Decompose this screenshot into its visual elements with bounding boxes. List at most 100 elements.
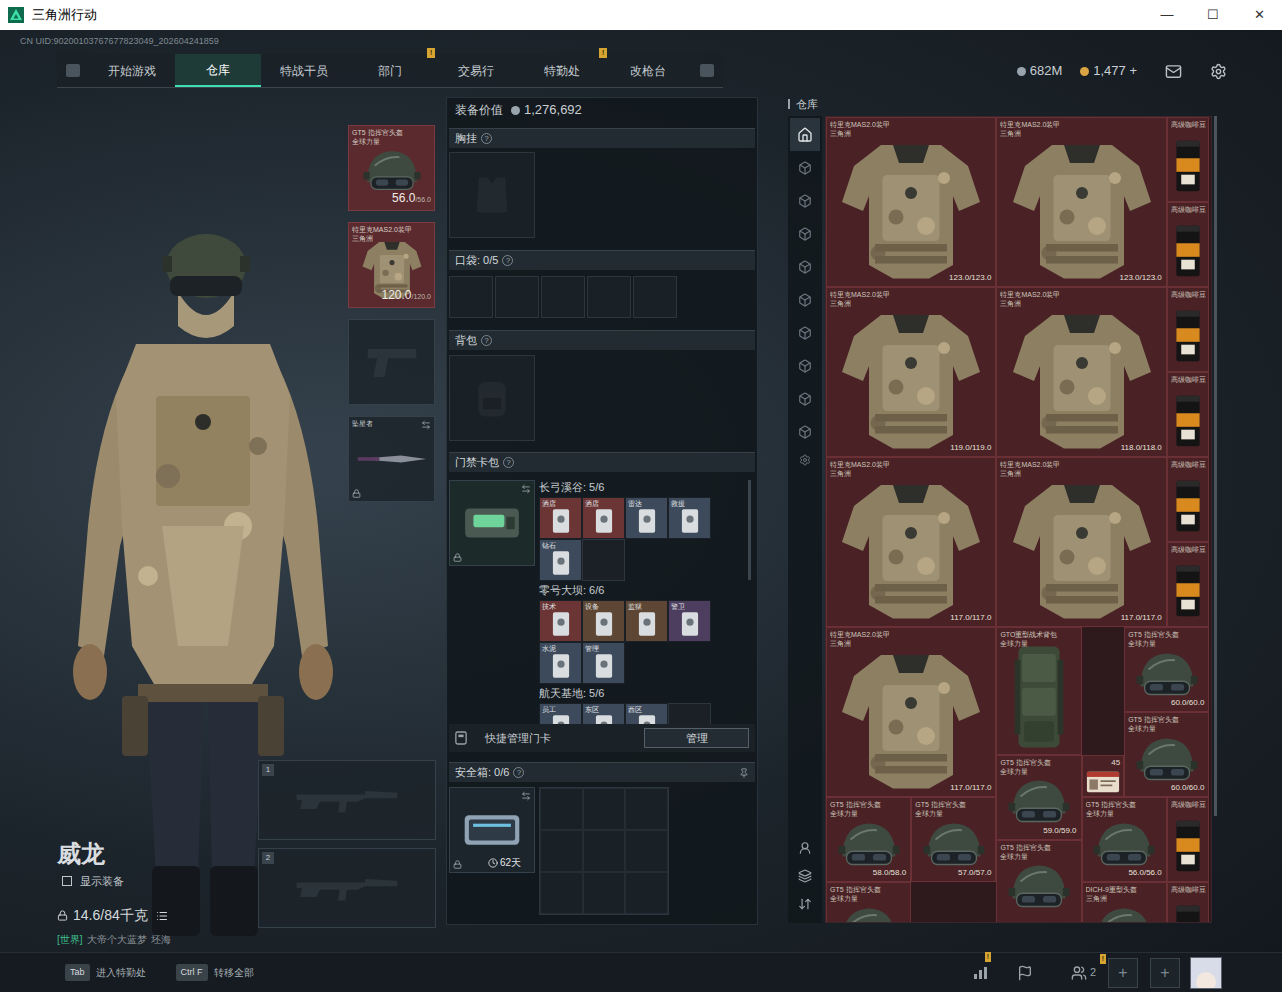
help-icon[interactable]: ? [513,767,524,778]
safe-box-cell[interactable] [540,830,583,872]
warehouse-item[interactable]: 特里克MAS2.0装甲三角洲123.0/123.0 [826,117,996,287]
chat-line[interactable]: [世界]大帝个大蓝梦坯海 [57,932,258,947]
keycard[interactable]: 西区 [625,703,668,724]
warehouse-item[interactable]: GT5 指挥官头盔全球力量 [826,882,911,923]
helmet-slot[interactable]: GT5 指挥官头盔全球力量56.0/56.0 [348,125,435,211]
keycard[interactable]: 设备 [582,600,625,642]
pistol-slot[interactable] [348,319,435,405]
warehouse-item[interactable]: GT5 指挥官头盔全球力量56.0/56.0 [1082,797,1167,882]
keycard[interactable]: 监狱 [625,600,668,642]
checkbox[interactable] [62,876,72,886]
flag-icon[interactable] [1017,965,1033,981]
warehouse-item[interactable]: GT5 指挥官头盔全球力量 [996,840,1081,924]
warehouse-tab[interactable] [790,184,820,217]
add-slot[interactable]: + [1108,958,1138,988]
prev-tab-key-icon[interactable] [66,64,80,77]
safe-box-cell[interactable] [625,872,668,914]
keycard[interactable]: 员工 [539,703,582,724]
warehouse-item[interactable]: GT5 指挥官头盔全球力量60.0/60.0 [1124,712,1209,797]
help-icon[interactable]: ? [481,335,492,346]
warehouse-item[interactable]: GT5 指挥官头盔全球力量60.0/60.0 [1124,627,1209,712]
warehouse-item[interactable]: 特里克MAS2.0装甲三角洲117.0/117.0 [996,457,1166,627]
gear-icon[interactable] [1210,63,1227,80]
warehouse-item[interactable]: 特里克MAS2.0装甲三角洲118.0/118.0 [996,287,1166,457]
weapon-slot[interactable]: 2 [258,848,436,928]
keycard[interactable]: 管理 [582,642,625,684]
warehouse-item[interactable]: GT5 指挥官头盔全球力量59.0/59.0 [996,755,1081,840]
warehouse-item[interactable]: 高级咖啡豆 [1167,117,1210,202]
pocket-slot[interactable] [587,276,631,318]
warehouse-item[interactable]: 45 [1082,755,1125,798]
warehouse-item[interactable]: 高级咖啡豆 [1167,457,1210,542]
keycard[interactable]: 水泥 [539,642,582,684]
person-icon[interactable] [798,841,812,855]
warehouse-item[interactable]: 高级咖啡豆 [1167,797,1210,882]
safe-box-cell[interactable] [583,788,626,830]
scrollbar[interactable] [1214,116,1217,816]
mail-icon[interactable] [1165,63,1182,80]
keycard[interactable]: 雷达 [625,497,668,539]
scrollbar[interactable] [748,480,751,580]
keycard-slot[interactable] [668,703,711,724]
help-icon[interactable]: ? [481,133,492,144]
keycard-bag-slot[interactable] [449,480,535,566]
add-slot[interactable]: + [1150,958,1180,988]
warehouse-item[interactable]: 特里克MAS2.0装甲三角洲123.0/123.0 [996,117,1166,287]
safe-box-cell[interactable] [540,872,583,914]
pocket-slot[interactable] [449,276,493,318]
manage-button[interactable]: 管理 [644,728,749,748]
chest-rig-slot[interactable] [449,152,535,238]
currency[interactable]: 1,477 + [1080,61,1137,81]
key-hint[interactable]: Tab进入特勤处 [65,964,146,982]
nav-tab[interactable]: 部门! [347,54,433,87]
window-control[interactable]: ✕ [1236,0,1282,30]
safe-box-cell[interactable] [625,830,668,872]
avatar[interactable] [1190,957,1222,989]
warehouse-item[interactable]: DICH-9重型头盔三角洲 [1082,882,1167,923]
safe-box-slot[interactable]: 62天 [449,787,535,873]
show-gear-toggle[interactable]: 显示装备 [57,873,258,890]
warehouse-tab[interactable] [790,250,820,283]
nav-tab[interactable]: 开始游戏 [89,54,175,87]
layers-icon[interactable] [798,869,812,883]
safe-box-cell[interactable] [583,830,626,872]
stats-button[interactable]: ! [967,960,993,986]
keycard-slot[interactable] [582,539,625,581]
friends-button[interactable]: 2! [1071,964,1096,981]
pocket-slot[interactable] [541,276,585,318]
window-control[interactable]: ☐ [1190,0,1236,30]
key-hint[interactable]: Ctrl F转移全部 [176,964,254,982]
nav-tab[interactable]: 特勤处! [519,54,605,87]
warehouse-tab[interactable] [790,283,820,316]
warehouse-item[interactable]: GT5 指挥官头盔全球力量58.0/58.0 [826,797,911,882]
safe-box-cell[interactable] [625,788,668,830]
swap-icon[interactable] [521,791,531,801]
pin-icon[interactable] [739,768,749,778]
melee-slot[interactable]: 坠星者 [348,416,435,502]
warehouse-item[interactable]: GTO重型战术背包全球力量 [996,627,1081,755]
swap-icon[interactable] [521,484,531,494]
warehouse-tab[interactable] [790,349,820,382]
swap-icon[interactable] [421,420,431,430]
safe-box-cell[interactable] [583,872,626,914]
warehouse-item[interactable]: 高级咖啡豆 [1167,372,1210,457]
gear-icon[interactable] [799,454,811,466]
armor-slot[interactable]: 特里克MAS2.0装甲三角洲120.0/120.0 [348,222,435,308]
keycard[interactable]: 钻石 [539,539,582,581]
nav-tab[interactable]: 交易行 [433,54,519,87]
warehouse-tab[interactable] [790,118,820,151]
keycard[interactable]: 酒店 [539,497,582,539]
warehouse-item[interactable]: 高级咖啡豆 [1167,202,1210,287]
nav-tab[interactable]: 仓库 [175,54,261,87]
keycard[interactable]: 技术 [539,600,582,642]
keycard[interactable]: 酒店 [582,497,625,539]
warehouse-tab[interactable] [790,217,820,250]
warehouse-tab[interactable] [790,382,820,415]
keycard[interactable]: 警卫 [668,600,711,642]
warehouse-tab[interactable] [790,151,820,184]
warehouse-item[interactable]: 特里克MAS2.0装甲三角洲117.0/117.0 [826,457,996,627]
warehouse-tab[interactable] [790,316,820,349]
warehouse-item[interactable]: 特里克MAS2.0装甲三角洲119.0/119.0 [826,287,996,457]
help-icon[interactable]: ? [502,255,513,266]
window-control[interactable]: — [1144,0,1190,30]
